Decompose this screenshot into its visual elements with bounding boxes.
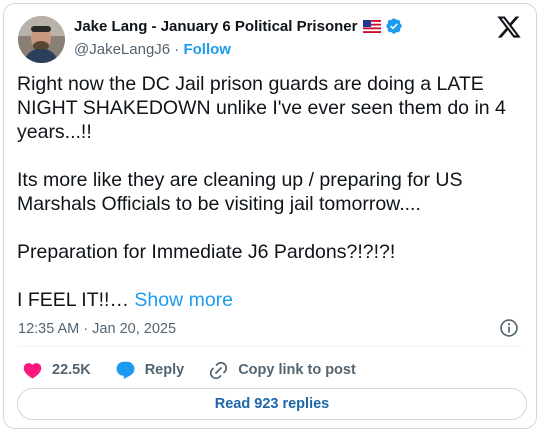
show-more-link[interactable]: Show more xyxy=(134,289,233,311)
copy-link-label: Copy link to post xyxy=(238,362,356,378)
reply-button[interactable]: Reply xyxy=(115,360,185,381)
tweet-paragraph: Preparation for Immediate J6 Pardons?!?!… xyxy=(17,241,396,263)
timestamp-date: Jan 20, 2025 xyxy=(92,321,177,337)
divider xyxy=(18,346,522,347)
read-replies-label: Read 923 replies xyxy=(214,396,330,412)
author-handle[interactable]: @JakeLangJ6 xyxy=(74,41,170,58)
heart-icon xyxy=(23,362,42,379)
author-name[interactable]: Jake Lang - January 6 Political Prisoner xyxy=(74,18,357,35)
read-replies-button[interactable]: Read 923 replies xyxy=(17,388,527,420)
handle-separator: · xyxy=(174,41,180,58)
avatar[interactable] xyxy=(18,16,65,63)
copy-link-button[interactable]: Copy link to post xyxy=(208,360,356,381)
us-flag-icon xyxy=(363,19,382,33)
timestamp-time: 12:35 AM xyxy=(18,321,80,337)
info-icon[interactable] xyxy=(499,318,519,338)
tweet-timestamp[interactable]: 12:35 AM · Jan 20, 2025 xyxy=(18,321,176,337)
tweet-paragraph: Its more like they are cleaning up / pre… xyxy=(17,169,463,215)
tweet-text: Right now the DC Jail prison guards are … xyxy=(17,72,522,312)
tweet-paragraph: Right now the DC Jail prison guards are … xyxy=(17,73,506,143)
tweet-actions: 22.5K Reply Copy link to post xyxy=(22,358,380,382)
tweet-last-line: I FEEL IT!!… xyxy=(17,289,129,311)
avatar-image xyxy=(18,16,65,63)
x-logo-icon[interactable] xyxy=(496,14,522,40)
tweet-embed-card: Jake Lang - January 6 Political Prisoner… xyxy=(3,3,537,429)
reply-label: Reply xyxy=(144,362,185,378)
like-button[interactable]: 22.5K xyxy=(22,360,91,381)
author-handle-row: @JakeLangJ6 · Follow xyxy=(74,41,231,58)
follow-button[interactable]: Follow xyxy=(183,41,231,58)
reply-bubble-icon xyxy=(116,361,135,379)
likes-count: 22.5K xyxy=(52,362,91,378)
tweet-paragraph-last: I FEEL IT!!… Show more xyxy=(17,288,522,312)
link-icon xyxy=(210,361,228,379)
timestamp-separator: · xyxy=(83,321,89,337)
author-name-row[interactable]: Jake Lang - January 6 Political Prisoner xyxy=(74,17,403,35)
verified-badge-icon xyxy=(385,17,403,35)
